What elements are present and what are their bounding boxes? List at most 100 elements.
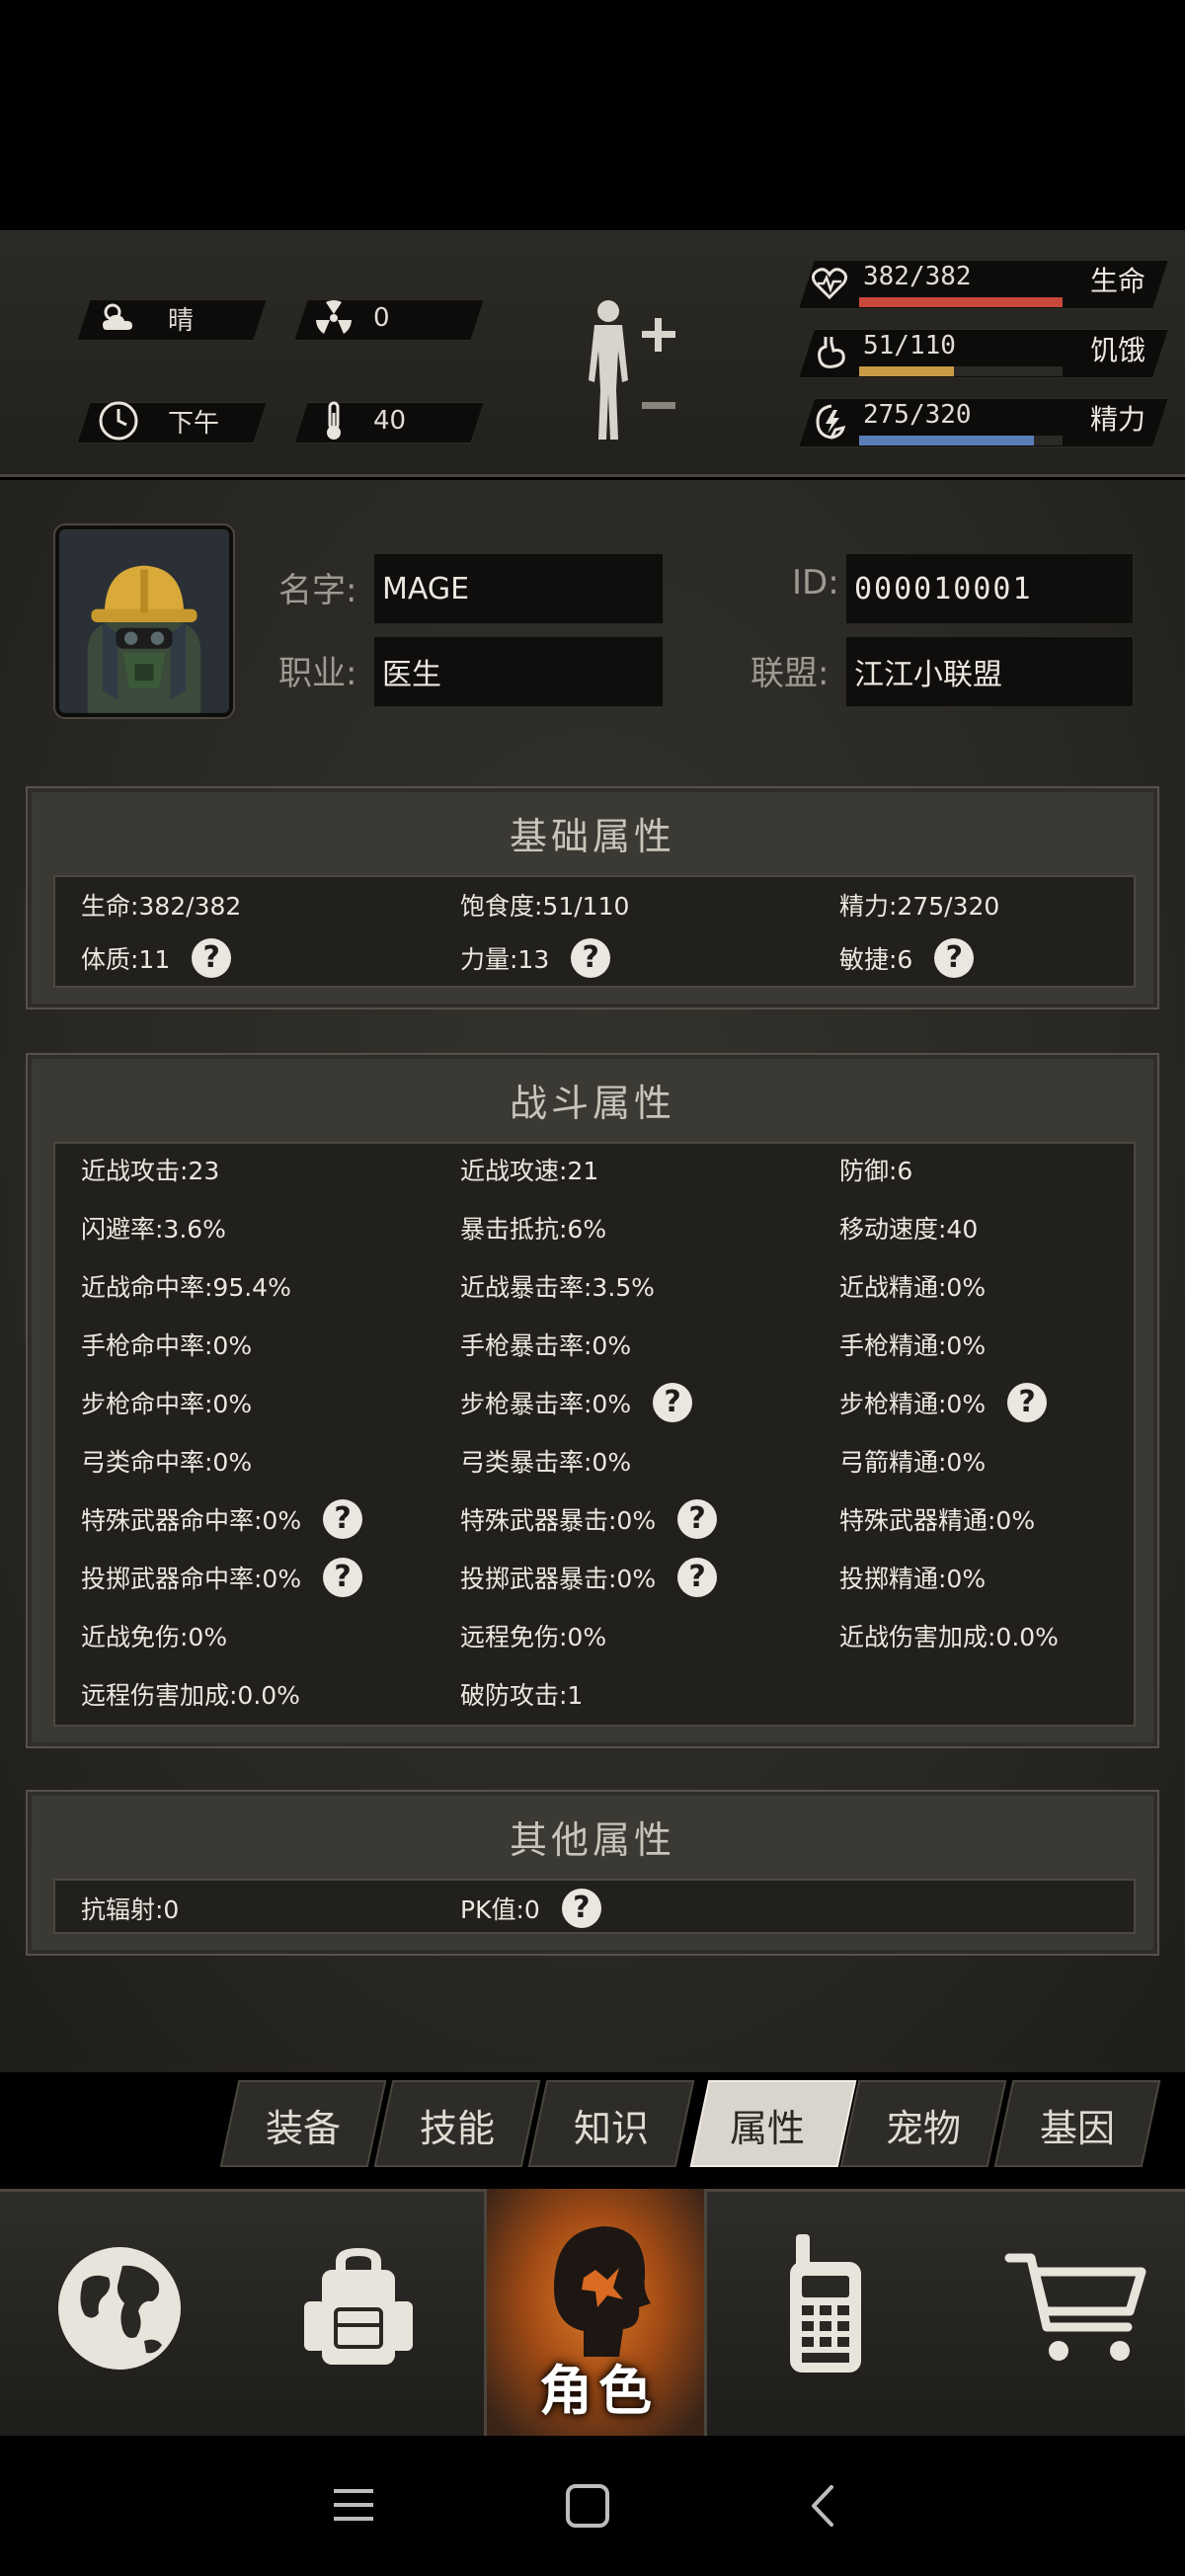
combat-stat: 投掷精通:0% xyxy=(839,1558,986,1597)
help-icon[interactable]: ? xyxy=(571,938,611,978)
help-icon[interactable]: ? xyxy=(677,1499,718,1539)
tab-skills[interactable]: 技能 xyxy=(383,2098,531,2152)
cart-icon xyxy=(1004,2253,1146,2361)
combat-stat: 防御:6 xyxy=(839,1150,912,1189)
name-label: 名字: xyxy=(278,571,357,610)
combat-stat: 近战攻击:23 xyxy=(81,1150,219,1189)
name-field: MAGE xyxy=(373,553,664,624)
combat-stat-text: 远程伤害加成:0.0% xyxy=(81,1681,300,1710)
basic-life-text: 生命:382/382 xyxy=(81,892,242,921)
combat-stat: 手枪命中率:0% xyxy=(81,1325,252,1364)
combat-stat-text: 步枪精通:0% xyxy=(839,1390,987,1418)
hunger-bar xyxy=(859,366,1063,376)
combat-stat-text: 特殊武器精通:0% xyxy=(839,1506,1036,1535)
help-icon[interactable]: ? xyxy=(653,1383,693,1422)
tab-knowledge[interactable]: 知识 xyxy=(537,2098,685,2152)
combat-stat-text: 弓箭精通:0% xyxy=(839,1448,987,1477)
life-bar-fill xyxy=(859,297,1063,307)
other-stat: PK值:0? xyxy=(460,1889,601,1928)
help-icon[interactable]: ? xyxy=(561,1889,601,1928)
combat-stat-text: 投掷精通:0% xyxy=(839,1565,987,1593)
basic-energy-text: 精力:275/320 xyxy=(839,892,1000,921)
combat-stat: 近战暴击率:3.5% xyxy=(460,1266,655,1306)
other-attributes-section: 其他属性 抗辐射:0 PK值:0? xyxy=(26,1790,1159,1956)
basic-attributes-grid: 生命:382/382 饱食度:51/110 精力:275/320 体质:11? … xyxy=(53,875,1136,988)
backpack-icon xyxy=(304,2248,413,2365)
menu-icon[interactable] xyxy=(332,2485,375,2525)
time-status[interactable]: 下午 xyxy=(97,400,219,442)
nav-character-button[interactable]: 角色 xyxy=(484,2189,707,2436)
character-avatar[interactable] xyxy=(55,525,233,717)
walkie-talkie-icon xyxy=(790,2234,861,2373)
other-attributes-grid: 抗辐射:0 PK值:0? xyxy=(53,1879,1136,1934)
globe-icon xyxy=(58,2247,181,2370)
back-icon[interactable] xyxy=(808,2483,837,2529)
clock-icon xyxy=(97,399,140,443)
combat-stat-text: 投掷武器命中率:0% xyxy=(81,1565,302,1593)
help-icon[interactable]: ? xyxy=(1007,1383,1048,1422)
basic-attributes-title: 基础属性 xyxy=(509,815,675,858)
tab-equipment[interactable]: 装备 xyxy=(229,2098,377,2152)
character-head-icon xyxy=(554,2226,651,2357)
tab-attributes[interactable]: 属性 xyxy=(693,2098,841,2152)
thermometer-icon xyxy=(312,399,356,443)
combat-stat-text: 步枪暴击率:0% xyxy=(460,1390,632,1418)
combat-stat: 特殊武器暴击:0%? xyxy=(460,1499,718,1539)
nav-shop-button[interactable] xyxy=(954,2189,1185,2436)
combat-stat: 破防攻击:1 xyxy=(460,1674,583,1714)
radiation-status[interactable]: 0 xyxy=(312,297,390,339)
hunger-value: 51/110 xyxy=(863,331,956,361)
other-attributes-title: 其他属性 xyxy=(509,1818,675,1862)
combat-stat-text: 近战命中率:95.4% xyxy=(81,1273,291,1302)
combat-stat-text: 特殊武器暴击:0% xyxy=(460,1506,657,1535)
combat-stat: 步枪命中率:0% xyxy=(81,1383,252,1422)
tab-pets[interactable]: 宠物 xyxy=(849,2098,997,2152)
life-value: 382/382 xyxy=(863,262,972,291)
combat-stat-text: 弓类暴击率:0% xyxy=(460,1448,632,1477)
help-icon[interactable]: ? xyxy=(323,1558,363,1597)
basic-constitution-text: 体质:11 xyxy=(81,945,171,974)
nav-world-button[interactable] xyxy=(0,2189,237,2436)
weather-sun-cloud-icon xyxy=(97,296,140,340)
help-icon[interactable]: ? xyxy=(192,938,232,978)
help-icon[interactable]: ? xyxy=(323,1499,363,1539)
other-stat-text: PK值:0 xyxy=(460,1895,540,1924)
help-icon[interactable]: ? xyxy=(934,938,975,978)
combat-stat-text: 弓类命中率:0% xyxy=(81,1448,253,1477)
tab-genes[interactable]: 基因 xyxy=(1003,2098,1151,2152)
nav-communication-button[interactable] xyxy=(707,2189,954,2436)
home-icon[interactable] xyxy=(565,2483,610,2529)
combat-stat-text: 手枪精通:0% xyxy=(839,1331,987,1360)
help-icon[interactable]: ? xyxy=(677,1558,718,1597)
combat-stat: 远程伤害加成:0.0% xyxy=(81,1674,300,1714)
basic-satiety: 饱食度:51/110 xyxy=(460,885,629,925)
combat-stat: 特殊武器命中率:0%? xyxy=(81,1499,363,1539)
nav-character-label: 角色 xyxy=(539,2360,658,2422)
alliance-value: 江江小联盟 xyxy=(854,658,1002,692)
combat-stat-text: 近战伤害加成:0.0% xyxy=(839,1623,1059,1651)
combat-stat: 步枪暴击率:0%? xyxy=(460,1383,693,1422)
alliance-field[interactable]: 江江小联盟 xyxy=(845,636,1134,707)
combat-stat: 步枪精通:0%? xyxy=(839,1383,1048,1422)
basic-strength: 力量:13? xyxy=(460,938,611,978)
radiation-icon xyxy=(312,296,356,340)
basic-agility-text: 敏捷:6 xyxy=(839,945,913,974)
weather-status[interactable]: 晴 xyxy=(97,297,194,339)
body-plus-minus-icon[interactable] xyxy=(573,291,691,459)
combat-stat-text: 近战攻速:21 xyxy=(460,1157,599,1185)
combat-stat-text: 近战攻击:23 xyxy=(81,1157,220,1185)
combat-stat: 近战命中率:95.4% xyxy=(81,1266,291,1306)
system-navigation-bar xyxy=(0,2436,1185,2576)
hunger-bar-fill xyxy=(859,366,954,376)
temperature-status[interactable]: 40 xyxy=(312,400,406,442)
energy-label: 精力 xyxy=(1090,403,1146,436)
name-value: MAGE xyxy=(382,571,470,606)
job-label: 职业: xyxy=(278,654,357,693)
basic-constitution: 体质:11? xyxy=(81,938,232,978)
combat-stat-text: 闪避率:3.6% xyxy=(81,1215,226,1244)
basic-attributes-section: 基础属性 生命:382/382 饱食度:51/110 精力:275/320 体质… xyxy=(26,786,1159,1009)
alliance-label: 联盟: xyxy=(750,654,830,693)
combat-stat: 弓箭精通:0% xyxy=(839,1441,986,1481)
combat-stat: 投掷武器命中率:0%? xyxy=(81,1558,363,1597)
nav-backpack-button[interactable] xyxy=(237,2189,484,2436)
